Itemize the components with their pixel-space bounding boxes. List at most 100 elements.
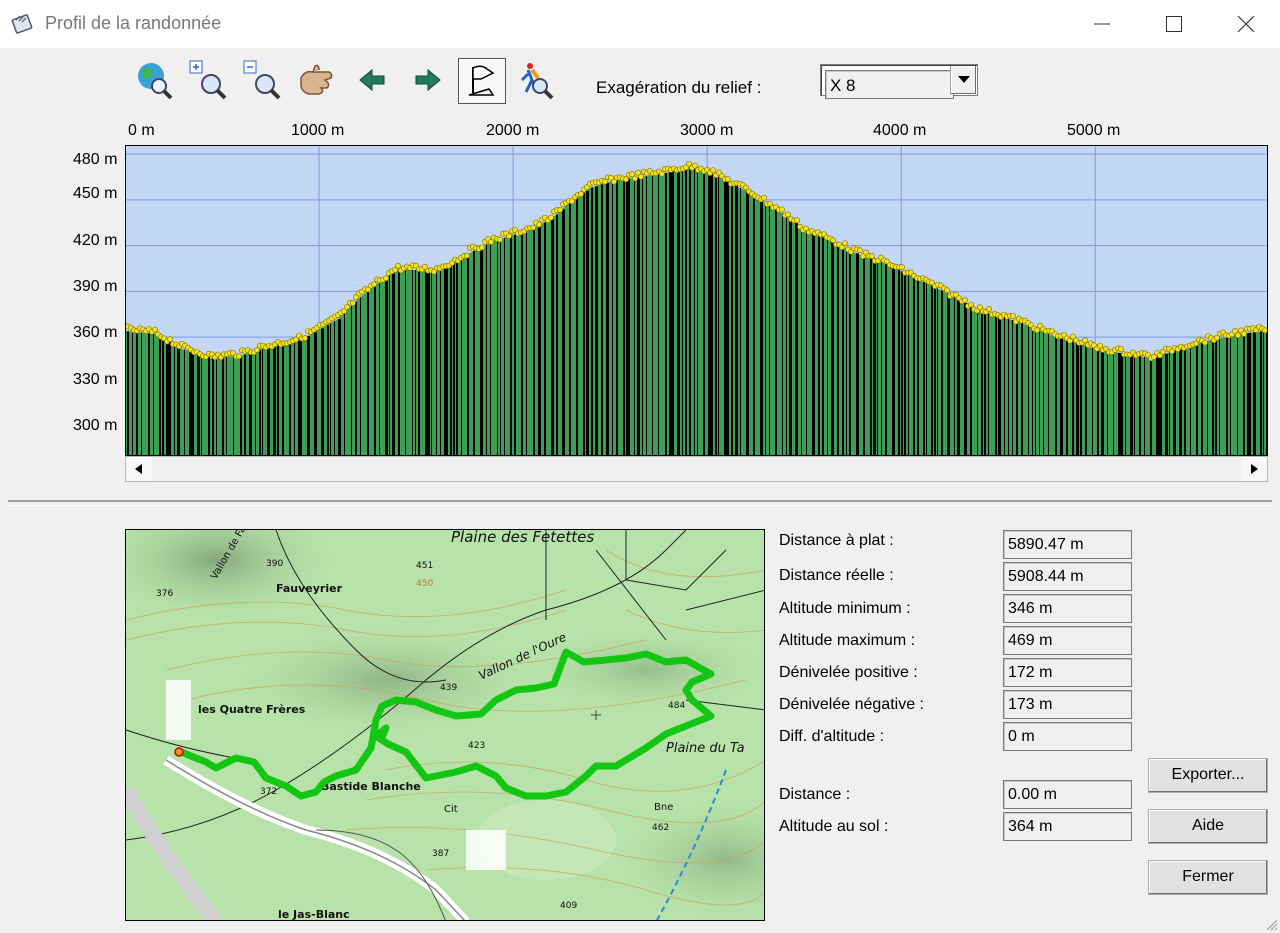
profile-bar [385, 278, 388, 456]
arrow-left-icon[interactable] [352, 58, 396, 104]
splitter[interactable] [8, 500, 1272, 502]
horizontal-scrollbar[interactable] [125, 456, 1268, 482]
profile-bar [1066, 339, 1068, 456]
track-point [1202, 339, 1208, 346]
profile-bar [307, 336, 310, 456]
profile-bar [330, 323, 331, 456]
profile-bar [818, 235, 820, 456]
zoom-in-icon[interactable] [187, 58, 231, 104]
profile-bar [957, 299, 960, 456]
scroll-left-button[interactable] [126, 457, 152, 481]
profile-bar [988, 313, 989, 456]
resize-grip-icon[interactable] [1266, 919, 1278, 931]
help-button[interactable]: Aide [1148, 809, 1268, 844]
hiker-zoom-icon[interactable] [514, 58, 558, 104]
map-elevation-label: 387 [432, 849, 449, 859]
profile-bar [583, 193, 585, 456]
profile-bar [389, 275, 390, 456]
profile-bar [682, 169, 683, 456]
profile-bar [601, 184, 603, 456]
profile-bar [189, 351, 192, 456]
cursor-distance-label: Distance : [779, 786, 851, 803]
profile-bar [881, 262, 882, 456]
close-button[interactable]: Fermer [1148, 860, 1268, 895]
track-point [725, 176, 731, 183]
profile-bar [1190, 345, 1191, 456]
track-point [794, 217, 800, 224]
profile-bar [595, 186, 598, 456]
minimize-button[interactable] [1066, 0, 1138, 48]
profile-bar [500, 239, 501, 456]
profile-bar [444, 267, 447, 456]
cursor-altitude-label: Altitude au sol : [779, 818, 889, 835]
relief-exaggeration-value: X 8 [825, 70, 954, 99]
profile-bar [1107, 351, 1108, 456]
stat-value: 469 m [1003, 626, 1132, 655]
profile-bar [1266, 331, 1267, 456]
profile-bar [486, 244, 487, 456]
profile-bar [1016, 321, 1018, 456]
profile-bar [262, 349, 263, 456]
arrow-right-icon[interactable] [406, 58, 450, 104]
profile-bar [418, 270, 420, 456]
topo-map[interactable]: Plaine des Fetettes Fauveyrier les Quatr… [126, 530, 765, 921]
profile-bar [551, 218, 554, 456]
stat-value: 173 m [1003, 690, 1132, 719]
profile-bar [374, 286, 376, 456]
export-button[interactable]: Exporter... [1148, 758, 1268, 793]
globe-zoom-icon[interactable] [133, 58, 177, 104]
profile-bar [1130, 354, 1133, 456]
track-point [557, 207, 563, 213]
profile-bar [338, 319, 341, 456]
profile-bar [327, 325, 329, 456]
profile-bar [321, 328, 324, 456]
profile-bar [569, 203, 571, 456]
profile-bar [1260, 331, 1262, 456]
profile-bar [576, 198, 578, 456]
profile-bar [898, 270, 900, 456]
profile-bar [812, 233, 815, 456]
close-window-button[interactable] [1210, 0, 1280, 48]
profile-bar [1219, 338, 1220, 456]
map-elevation-label: 462 [652, 823, 669, 833]
maximize-button[interactable] [1138, 0, 1210, 48]
profile-bar [637, 177, 640, 456]
profile-bar [926, 283, 927, 456]
chevron-down-icon [958, 76, 970, 83]
dropdown-button[interactable] [950, 66, 976, 94]
profile-bar [931, 285, 933, 456]
profile-bar [1097, 349, 1099, 456]
stat-label: Distance réelle : [779, 567, 894, 584]
profile-bar [148, 333, 150, 456]
pan-hand-icon[interactable] [295, 58, 339, 104]
profile-bar [1215, 339, 1217, 456]
elevation-profile-chart[interactable] [125, 145, 1268, 456]
profile-bar [314, 332, 317, 456]
zoom-out-icon[interactable] [241, 58, 285, 104]
relief-exaggeration-select[interactable]: X 8 [820, 64, 978, 99]
map-elevation-label: 423 [468, 741, 485, 751]
profile-bar [612, 181, 613, 456]
profile-bar [904, 272, 906, 456]
profile-bar [277, 345, 279, 456]
stat-label: Altitude minimum : [779, 600, 911, 617]
x-tick-label: 3000 m [680, 122, 734, 139]
profile-bar [538, 225, 541, 456]
profile-bar [159, 336, 161, 456]
stat-value: 172 m [1003, 658, 1132, 687]
profile-bar [892, 267, 895, 456]
profile-bar [1043, 331, 1044, 456]
profile-bar [1072, 340, 1074, 456]
x-tick-label: 2000 m [486, 122, 540, 139]
track-point [1241, 331, 1247, 337]
map-elevation-label: 451 [416, 561, 433, 571]
profile-bar [977, 310, 978, 456]
profile-bar [937, 288, 938, 456]
route-map[interactable]: Plaine des Fetettes Fauveyrier les Quatr… [125, 529, 765, 921]
profile-bar [760, 199, 763, 456]
track-point [986, 306, 992, 312]
scroll-right-button[interactable] [1241, 457, 1267, 481]
flag-icon[interactable] [458, 58, 506, 104]
profile-bar [504, 237, 505, 456]
track-point [944, 287, 950, 294]
